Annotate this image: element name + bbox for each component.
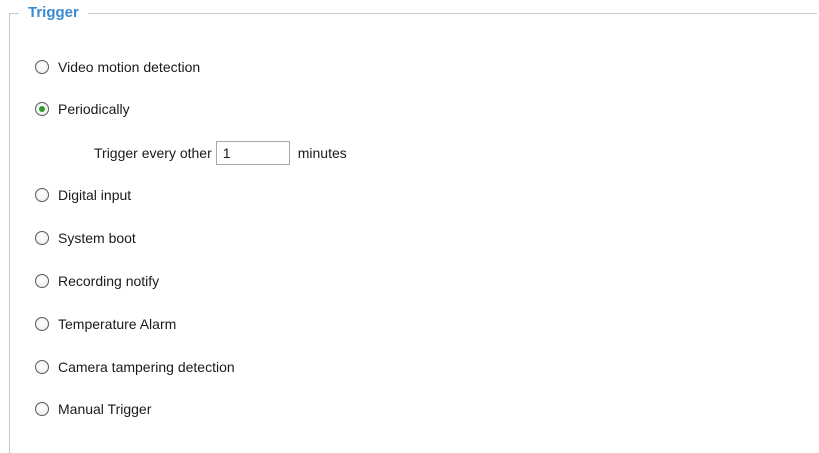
periodic-prefix-label: Trigger every other [94,145,212,161]
trigger-option-camera-tampering[interactable]: Camera tampering detection [35,357,235,377]
radio-system-boot[interactable] [35,231,49,245]
periodic-interval-input[interactable] [215,141,290,165]
trigger-label-camera-tampering: Camera tampering detection [58,359,235,375]
trigger-label-manual-trigger: Manual Trigger [58,401,152,417]
trigger-option-system-boot[interactable]: System boot [35,228,136,248]
radio-digital-input[interactable] [35,188,49,202]
radio-temperature-alarm[interactable] [35,317,49,331]
trigger-option-periodically[interactable]: Periodically [35,99,130,119]
trigger-option-temperature-alarm[interactable]: Temperature Alarm [35,314,176,334]
trigger-option-recording-notify[interactable]: Recording notify [35,271,159,291]
trigger-option-digital-input[interactable]: Digital input [35,185,131,205]
radio-video-motion[interactable] [35,60,49,74]
periodic-interval-row: Trigger every other minutes [94,141,347,165]
radio-manual-trigger[interactable] [35,402,49,416]
trigger-legend: Trigger [19,4,88,22]
trigger-label-video-motion: Video motion detection [58,59,201,75]
radio-periodically[interactable] [35,102,49,116]
trigger-label-periodically: Periodically [58,101,130,117]
trigger-label-recording-notify: Recording notify [58,273,160,289]
periodic-unit-label: minutes [297,145,347,161]
trigger-option-manual-trigger[interactable]: Manual Trigger [35,399,151,419]
radio-recording-notify[interactable] [35,274,49,288]
trigger-label-temperature-alarm: Temperature Alarm [58,316,177,332]
radio-camera-tampering[interactable] [35,360,49,374]
trigger-label-system-boot: System boot [58,230,136,246]
trigger-option-video-motion[interactable]: Video motion detection [35,57,200,77]
trigger-label-digital-input: Digital input [58,187,132,203]
